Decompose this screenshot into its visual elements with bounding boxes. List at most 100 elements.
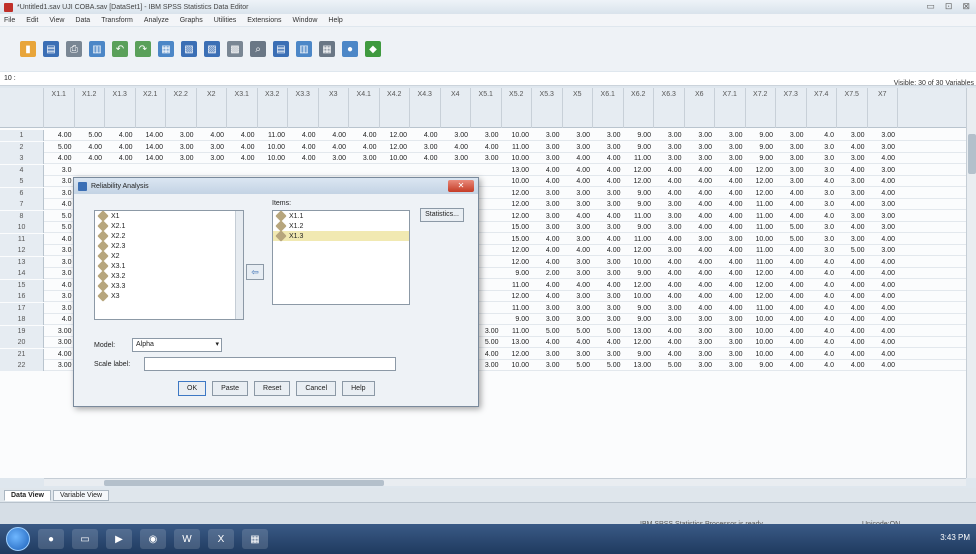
menu-extensions[interactable]: Extensions xyxy=(247,17,281,24)
table-cell[interactable]: 3.0 xyxy=(807,222,838,233)
table-cell[interactable]: 3.00 xyxy=(593,291,624,302)
table-cell[interactable]: 3.00 xyxy=(685,142,716,153)
table-cell[interactable]: 3.00 xyxy=(563,130,594,141)
table-cell[interactable]: 3.0 xyxy=(807,245,838,256)
table-cell[interactable]: 4.00 xyxy=(654,326,685,337)
table-cell[interactable]: 4.00 xyxy=(837,280,868,291)
redo-icon[interactable]: ↷ xyxy=(135,41,151,57)
table-cell[interactable]: 13.00 xyxy=(502,165,533,176)
table-cell[interactable] xyxy=(166,165,197,176)
table-cell[interactable]: 3.00 xyxy=(593,199,624,210)
table-cell[interactable]: 4.00 xyxy=(685,245,716,256)
column-header[interactable]: X6 xyxy=(685,88,715,128)
table-cell[interactable]: 3.00 xyxy=(532,303,563,314)
table-cell[interactable]: 3.00 xyxy=(44,337,75,348)
minimize-icon[interactable]: ▭ xyxy=(926,1,935,12)
table-cell[interactable]: 4.00 xyxy=(288,142,319,153)
table-cell[interactable]: 4.00 xyxy=(593,153,624,164)
table-cell[interactable]: 4.00 xyxy=(654,165,685,176)
table-cell[interactable]: 3.00 xyxy=(197,142,228,153)
table-row[interactable]: 1 4.00 5.00 4.00 14.00 3.00 4.00 4.00 11.00 4.00 4… xyxy=(0,130,966,141)
table-cell[interactable]: 3.00 xyxy=(776,165,807,176)
column-header[interactable]: X5.1 xyxy=(471,88,502,128)
table-cell[interactable]: 4.00 xyxy=(563,165,594,176)
table-cell[interactable]: 3.00 xyxy=(654,211,685,222)
table-cell[interactable]: 11.00 xyxy=(502,303,533,314)
table-cell[interactable]: 3.0 xyxy=(44,176,75,187)
table-cell[interactable]: 3.0 xyxy=(44,245,75,256)
table-cell[interactable] xyxy=(227,165,258,176)
table-cell[interactable]: 14.00 xyxy=(136,130,167,141)
variables-icon[interactable]: ▨ xyxy=(204,41,220,57)
table-cell[interactable]: 9.00 xyxy=(624,130,655,141)
table-cell[interactable]: 4.00 xyxy=(837,268,868,279)
table-cell[interactable]: 3.00 xyxy=(837,153,868,164)
table-cell[interactable]: 9.00 xyxy=(502,314,533,325)
table-cell[interactable]: 5.00 xyxy=(563,326,594,337)
table-cell[interactable]: 4.00 xyxy=(685,280,716,291)
list-item[interactable]: X3.1 xyxy=(95,260,243,272)
table-cell[interactable]: 5.00 xyxy=(44,142,75,153)
table-cell[interactable]: 3.00 xyxy=(715,337,746,348)
table-cell[interactable]: 4.00 xyxy=(593,234,624,245)
table-cell[interactable]: 5.00 xyxy=(776,234,807,245)
column-header[interactable]: X3.3 xyxy=(288,88,319,128)
table-cell[interactable]: 3.00 xyxy=(776,142,807,153)
table-cell[interactable]: 4.0 xyxy=(807,314,838,325)
table-cell[interactable]: 4.00 xyxy=(563,153,594,164)
table-cell[interactable]: 3.00 xyxy=(44,326,75,337)
table-cell[interactable]: 10.00 xyxy=(502,130,533,141)
table-cell[interactable]: 4.00 xyxy=(837,314,868,325)
table-cell[interactable]: 3.00 xyxy=(837,188,868,199)
table-cell[interactable]: 9.00 xyxy=(624,222,655,233)
table-cell[interactable]: 4.00 xyxy=(868,188,899,199)
move-to-items-button[interactable]: ⇦ xyxy=(246,264,264,280)
table-cell[interactable]: 4.00 xyxy=(685,199,716,210)
print-icon[interactable]: ⎙ xyxy=(66,41,82,57)
menu-file[interactable]: File xyxy=(4,17,15,24)
table-cell[interactable]: 3.00 xyxy=(685,314,716,325)
table-cell[interactable]: 4.00 xyxy=(563,337,594,348)
table-cell[interactable]: 10.00 xyxy=(502,176,533,187)
table-cell[interactable]: 3.00 xyxy=(868,199,899,210)
table-cell[interactable]: 4.00 xyxy=(868,349,899,360)
undo-icon[interactable]: ↶ xyxy=(112,41,128,57)
column-header[interactable]: X4 xyxy=(441,88,471,128)
table-cell[interactable]: 3.00 xyxy=(685,326,716,337)
table-cell[interactable]: 4.00 xyxy=(563,280,594,291)
table-cell[interactable]: 4.00 xyxy=(75,142,106,153)
table-cell[interactable]: 3.00 xyxy=(868,165,899,176)
table-cell[interactable]: 4.00 xyxy=(685,291,716,302)
table-cell[interactable]: 12.00 xyxy=(746,188,777,199)
table-cell[interactable]: 9.00 xyxy=(746,142,777,153)
table-cell[interactable]: 4.00 xyxy=(776,245,807,256)
table-cell[interactable]: 3.00 xyxy=(593,130,624,141)
row-number[interactable]: 8 xyxy=(0,210,44,222)
table-cell[interactable]: 4.00 xyxy=(593,176,624,187)
table-cell[interactable]: 13.00 xyxy=(624,326,655,337)
table-row[interactable]: 4 3.0 13.00 4.00 4.00 4.00 12.00 4.00 4.00 4.00 12… xyxy=(0,164,966,176)
table-cell[interactable]: 4.00 xyxy=(410,130,441,141)
table-cell[interactable]: 10.00 xyxy=(746,326,777,337)
row-number[interactable]: 17 xyxy=(0,302,44,314)
list-item[interactable]: X1 xyxy=(95,210,243,222)
table-cell[interactable]: 5.00 xyxy=(654,360,685,371)
vertical-scrollbar[interactable] xyxy=(966,88,976,478)
table-cell[interactable]: 3.0 xyxy=(44,257,75,268)
table-cell[interactable]: 4.00 xyxy=(837,142,868,153)
table-cell[interactable]: 4.0 xyxy=(807,326,838,337)
table-cell[interactable]: 3.00 xyxy=(685,130,716,141)
excel-taskbar-icon[interactable]: X xyxy=(208,529,234,549)
table-cell[interactable]: 14.00 xyxy=(136,153,167,164)
menu-data[interactable]: Data xyxy=(75,17,90,24)
table-cell[interactable]: 4.00 xyxy=(593,165,624,176)
table-cell[interactable]: 4.00 xyxy=(837,349,868,360)
table-row[interactable]: 3 4.00 4.00 4.00 14.00 3.00 3.00 4.00 10.00 4.00 3… xyxy=(0,153,966,164)
row-number[interactable]: 21 xyxy=(0,348,44,360)
tab-data-view[interactable]: Data View xyxy=(4,489,51,501)
table-cell[interactable]: 4.00 xyxy=(563,176,594,187)
table-cell[interactable]: 3.00 xyxy=(532,188,563,199)
table-cell[interactable]: 4.00 xyxy=(532,165,563,176)
table-cell[interactable] xyxy=(319,165,350,176)
select-cases-icon[interactable]: ● xyxy=(342,41,358,57)
